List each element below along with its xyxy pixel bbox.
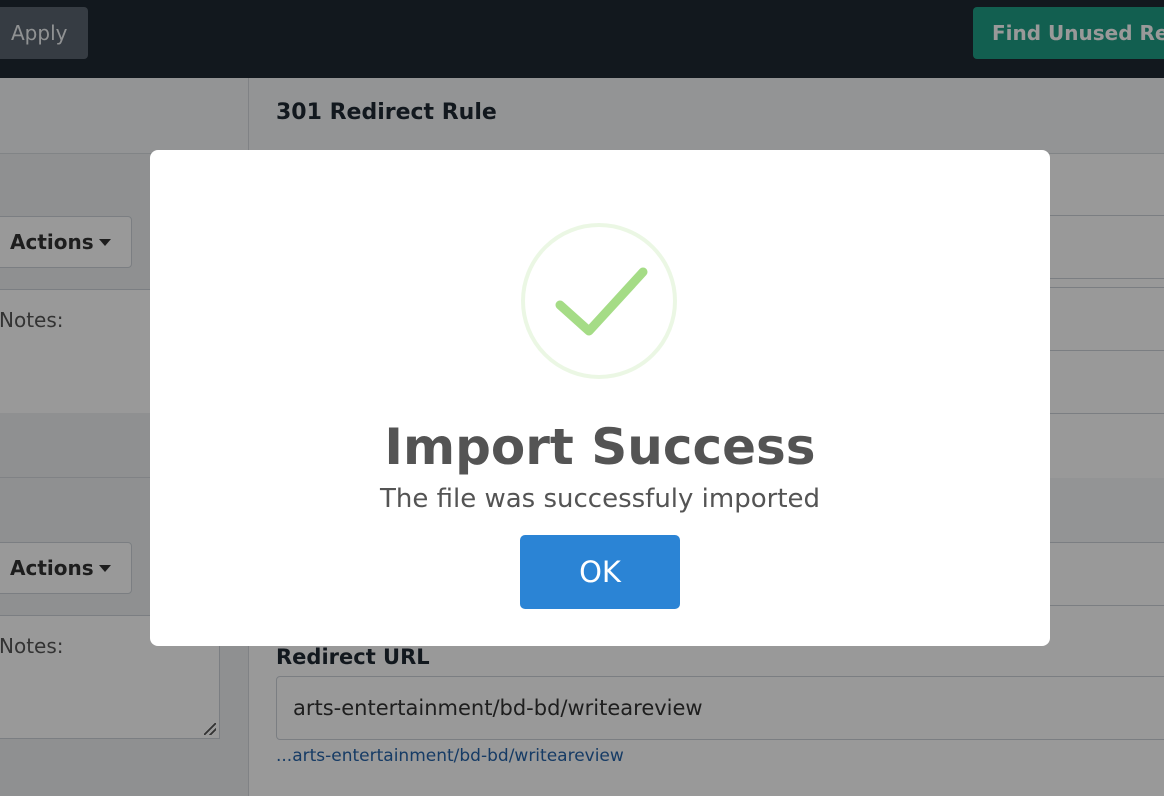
ok-button[interactable]: OK: [520, 535, 680, 609]
dialog-title: Import Success: [384, 418, 816, 476]
checkmark-success-icon: [521, 223, 677, 379]
dialog-message: The file was successfuly imported: [379, 484, 821, 514]
import-success-dialog: Import Success The file was successfuly …: [150, 150, 1050, 646]
